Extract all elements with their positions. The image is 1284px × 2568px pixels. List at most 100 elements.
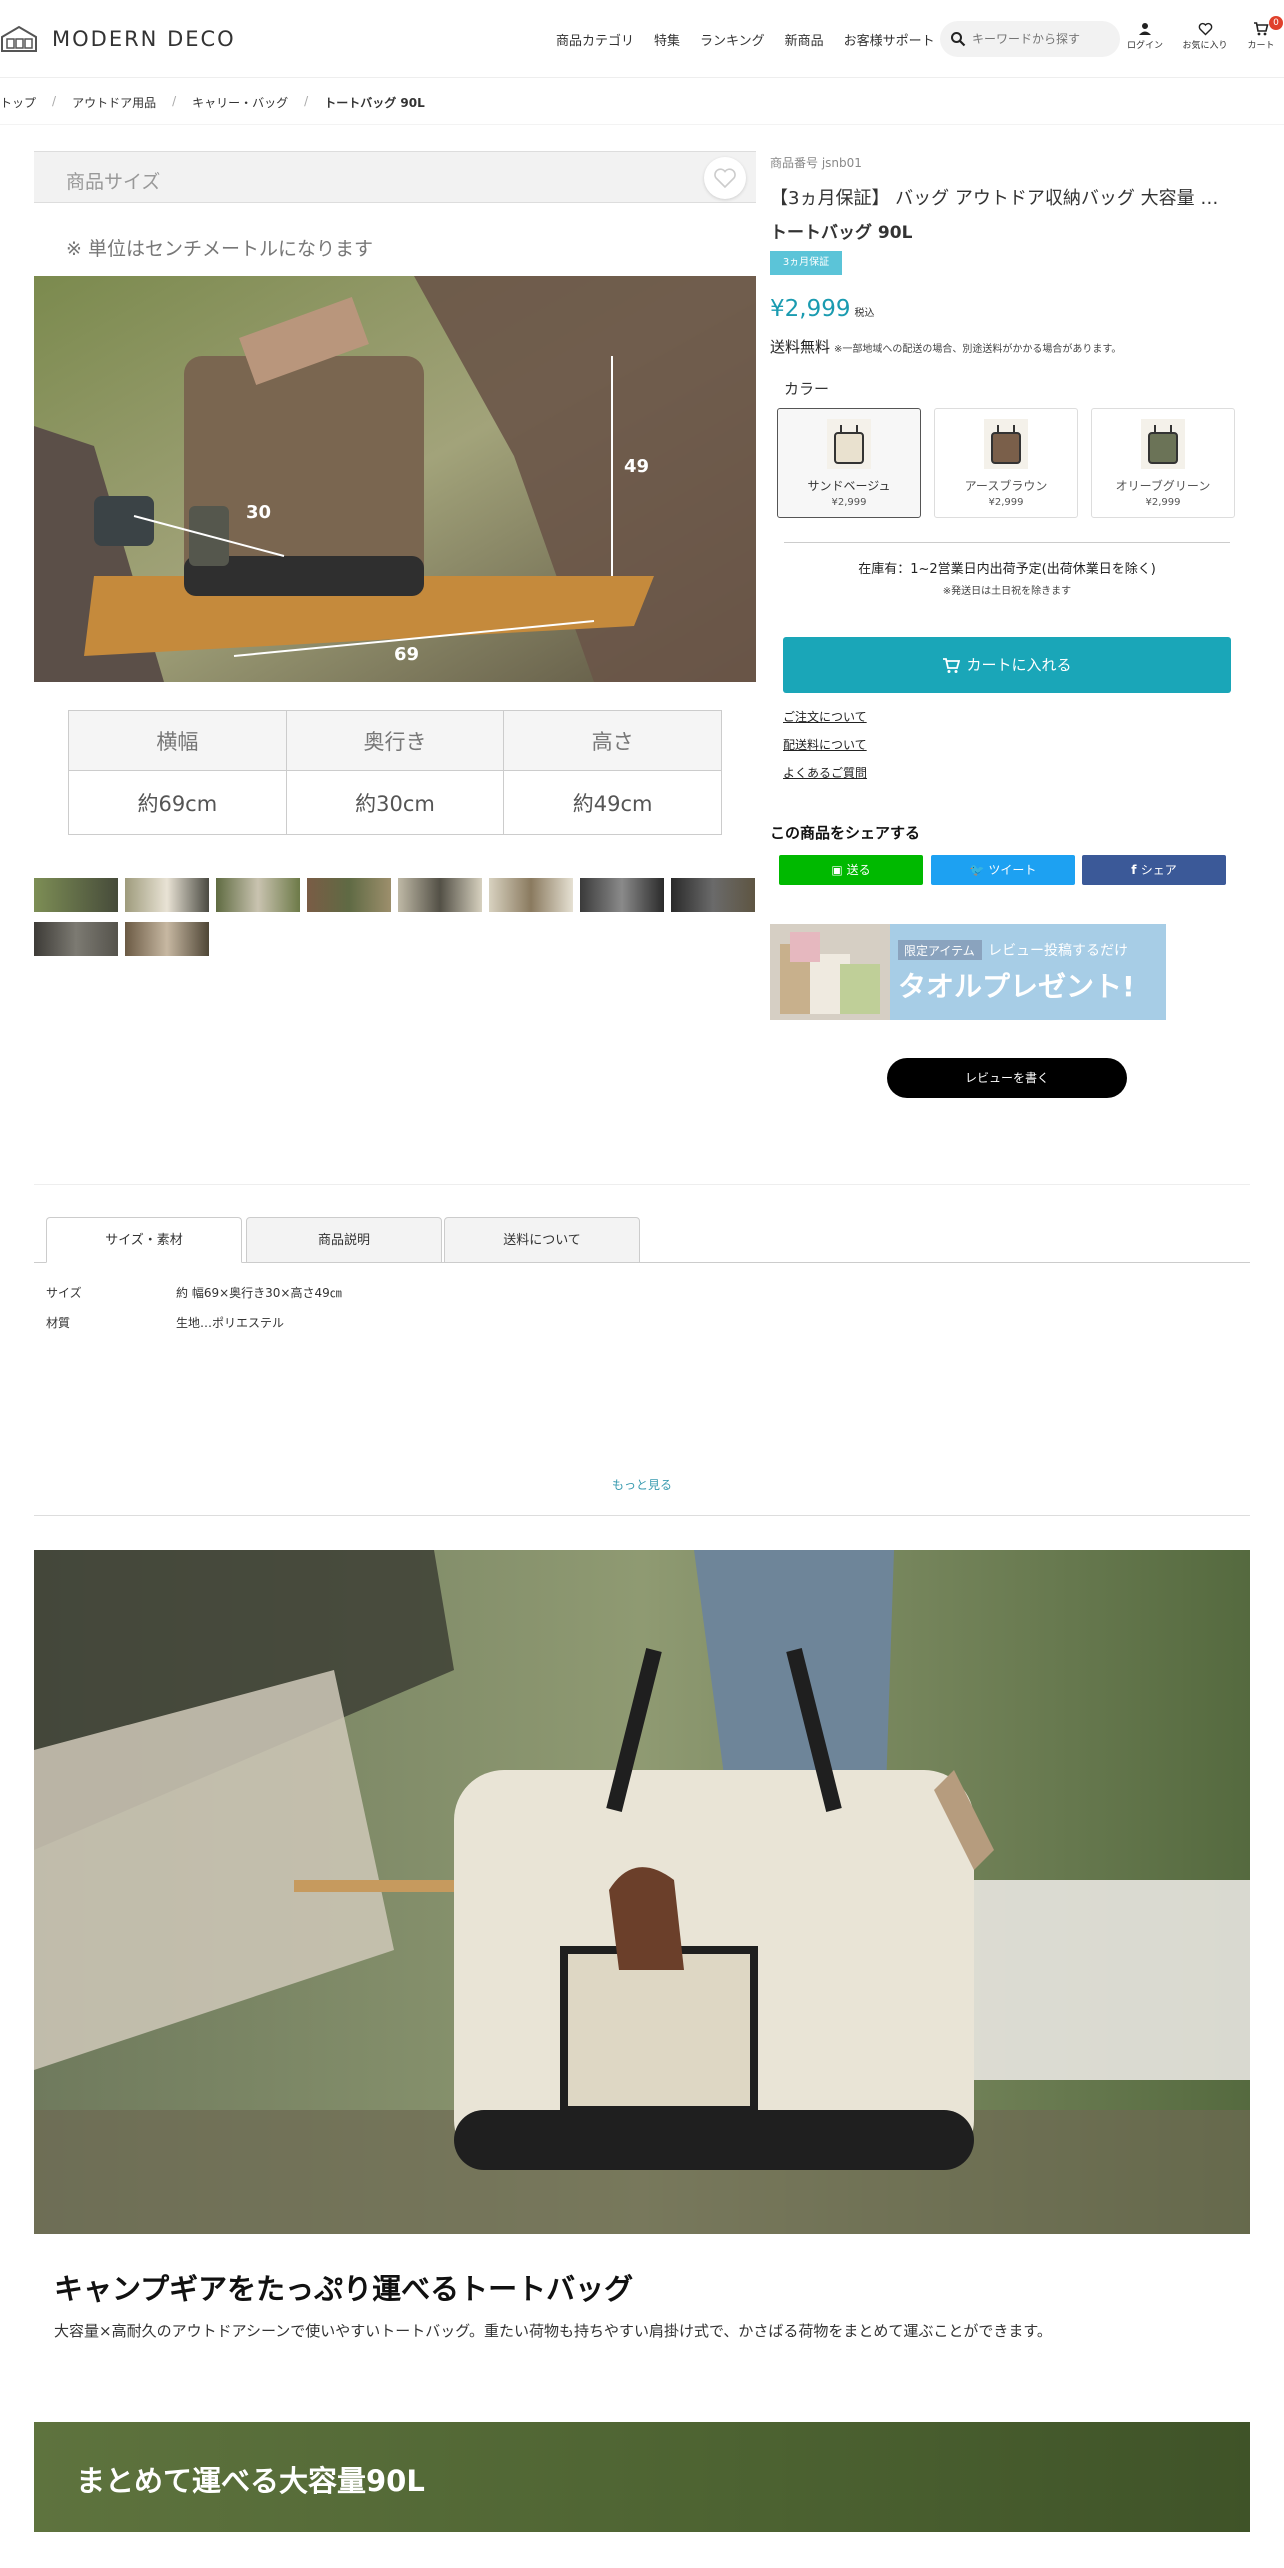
spec-row-size: サイズ 約 幅69×奥行き30×高さ49㎝ bbox=[46, 1284, 342, 1301]
spec-row-material: 材質 生地…ポリエステル bbox=[46, 1314, 284, 1331]
color-name: オリーブグリーン bbox=[1115, 479, 1211, 493]
tab-description[interactable]: 商品説明 bbox=[246, 1217, 442, 1263]
product-name-line1: 【3ヵ月保証】 バッグ アウトドア収納バッグ 大容量 … bbox=[770, 188, 1219, 209]
review-campaign-banner[interactable]: 限定アイテム レビュー投稿するだけ タオルプレゼント! bbox=[770, 924, 1166, 1020]
thumbnail[interactable] bbox=[307, 878, 391, 912]
thumbnail[interactable] bbox=[125, 878, 209, 912]
banner-line1: レビュー投稿するだけ bbox=[988, 943, 1128, 959]
facebook-icon: f bbox=[1131, 863, 1141, 877]
tab-size-material[interactable]: サイズ・素材 bbox=[46, 1217, 242, 1263]
breadcrumb-outdoor[interactable]: アウトドア用品 bbox=[72, 94, 156, 111]
heart-outline-icon bbox=[714, 168, 736, 189]
feature-description: 大容量×高耐久のアウトドアシーンで使いやすいトートバッグ。重たい荷物も持ちやすい… bbox=[54, 2322, 1052, 2340]
login-label: ログイン bbox=[1126, 41, 1163, 51]
spec-key: 材質 bbox=[46, 1316, 71, 1330]
spec-key: サイズ bbox=[46, 1286, 82, 1300]
size-heading: 商品サイズ bbox=[66, 171, 161, 193]
feature-hero-image bbox=[34, 1550, 1250, 2234]
color-name: アースブラウン bbox=[964, 479, 1048, 493]
color-option-olive-green[interactable]: オリーブグリーン ¥2,999 bbox=[1091, 408, 1235, 518]
thumbnail[interactable] bbox=[398, 878, 482, 912]
thumbnail[interactable] bbox=[216, 878, 300, 912]
nav-category[interactable]: 商品カテゴリ bbox=[556, 30, 634, 49]
share-twitter-button[interactable]: 🐦 ツイート bbox=[931, 855, 1075, 885]
breadcrumb-current: トートバッグ 90L bbox=[324, 96, 425, 110]
thumbnail[interactable] bbox=[34, 878, 118, 912]
faq-link[interactable]: よくあるご質問 bbox=[783, 764, 867, 792]
breadcrumb-top[interactable]: トップ bbox=[0, 94, 36, 111]
dim-header-width: 横幅 bbox=[68, 710, 287, 771]
thumbnail[interactable] bbox=[34, 922, 118, 956]
color-option-earth-brown[interactable]: アースブラウン ¥2,999 bbox=[934, 408, 1078, 518]
heart-icon bbox=[1198, 22, 1212, 36]
thumbnail[interactable] bbox=[671, 878, 755, 912]
write-review-button[interactable]: レビューを書く bbox=[887, 1058, 1127, 1098]
feature-title: キャンプギアをたっぷり運べるトートバッグ bbox=[54, 2272, 634, 2306]
twitter-icon: 🐦 bbox=[969, 863, 989, 877]
product-size-photo[interactable]: 49 30 69 bbox=[34, 276, 756, 682]
color-label: カラー bbox=[784, 380, 830, 398]
tote-bag-dimensions-image: 49 30 69 bbox=[34, 276, 756, 682]
favorites-button[interactable]: お気に入り bbox=[1178, 22, 1232, 51]
breadcrumb-divider bbox=[0, 124, 1284, 125]
divider bbox=[784, 542, 1230, 543]
add-to-cart-button[interactable]: カートに入れる bbox=[783, 637, 1231, 693]
order-info-link[interactable]: ご注文について bbox=[783, 708, 867, 736]
logo[interactable]: MODERN DECO bbox=[0, 24, 236, 54]
color-option-sand-beige[interactable]: サンドベージュ ¥2,999 bbox=[777, 408, 921, 518]
nav-support[interactable]: お客様サポート bbox=[844, 30, 935, 49]
tax-label: 税込 bbox=[854, 308, 875, 319]
nav-ranking[interactable]: ランキング bbox=[700, 30, 765, 49]
breadcrumb-separator: / bbox=[304, 94, 309, 108]
login-button[interactable]: ログイン bbox=[1118, 22, 1172, 51]
logo-text: MODERN DECO bbox=[52, 27, 236, 51]
dim-value-height: 約49cm bbox=[503, 770, 722, 835]
cart-icon bbox=[1254, 22, 1269, 36]
global-nav: 商品カテゴリ 特集 ランキング 新商品 お客様サポート bbox=[556, 30, 955, 49]
color-price: ¥2,999 bbox=[831, 497, 867, 508]
brown-bag-thumbnail bbox=[984, 419, 1028, 469]
beige-bag-thumbnail bbox=[827, 419, 871, 469]
nav-new[interactable]: 新商品 bbox=[785, 30, 824, 49]
favorites-label: お気に入り bbox=[1182, 41, 1228, 51]
capacity-banner: まとめて運べる大容量90L bbox=[34, 2422, 1250, 2532]
cart-count-badge: 0 bbox=[1269, 16, 1283, 30]
share-line-button[interactable]: ▣ 送る bbox=[779, 855, 923, 885]
color-price: ¥2,999 bbox=[1145, 497, 1181, 508]
tab-shipping[interactable]: 送料について bbox=[444, 1217, 640, 1263]
breadcrumb-carry[interactable]: キャリー・バッグ bbox=[192, 94, 288, 111]
shipping-info: 送料無料 ※一部地域への配送の場合、別途送料がかかる場合があります。 bbox=[770, 336, 1121, 357]
photo-depth-label: 30 bbox=[246, 502, 271, 523]
thumbnail[interactable] bbox=[489, 878, 573, 912]
capacity-banner-text: まとめて運べる大容量90L bbox=[76, 2464, 425, 2498]
share-facebook-button[interactable]: f シェア bbox=[1082, 855, 1226, 885]
thumbnail[interactable] bbox=[125, 922, 209, 956]
section-divider bbox=[34, 1184, 1250, 1185]
color-name: サンドベージュ bbox=[807, 479, 891, 493]
warranty-tag: 3ヵ月保証 bbox=[770, 251, 842, 275]
share-facebook-label: シェア bbox=[1140, 863, 1177, 877]
size-heading-bar: 商品サイズ bbox=[34, 151, 756, 203]
dimension-table: 横幅 奥行き 高さ 約69cm 約30cm 約49cm bbox=[68, 710, 722, 835]
add-to-cart-label: カートに入れる bbox=[966, 656, 1072, 674]
photo-height-label: 49 bbox=[624, 456, 649, 477]
favorite-toggle[interactable] bbox=[704, 157, 746, 199]
search-input[interactable] bbox=[972, 29, 1112, 49]
breadcrumb: トップ / アウトドア用品 / キャリー・バッグ / トートバッグ 90L bbox=[0, 94, 425, 111]
shipping-fee-link[interactable]: 配送料について bbox=[783, 736, 867, 764]
breadcrumb-separator: / bbox=[52, 94, 57, 108]
dim-header-depth: 奥行き bbox=[285, 710, 505, 771]
unit-note: ※ 単位はセンチメートルになります bbox=[66, 238, 373, 260]
nav-feature[interactable]: 特集 bbox=[654, 30, 680, 49]
show-more-link[interactable]: もっと見る bbox=[34, 1476, 1250, 1493]
shipping-title: 送料無料 bbox=[770, 338, 831, 356]
stock-status: 在庫有：1~2営業日内出荷予定(出荷休業日を除く) bbox=[858, 562, 1156, 577]
spec-value: 約 幅69×奥行き30×高さ49㎝ bbox=[176, 1286, 342, 1300]
search-icon[interactable] bbox=[950, 31, 966, 47]
share-line-label: 送る bbox=[846, 863, 871, 877]
cart-button[interactable]: カート 0 bbox=[1233, 16, 1284, 51]
spec-value: 生地…ポリエステル bbox=[176, 1316, 285, 1330]
thumbnail[interactable] bbox=[580, 878, 664, 912]
detail-tabs: サイズ・素材 商品説明 送料について bbox=[34, 1217, 1250, 1263]
banner-badge: 限定アイテム bbox=[904, 943, 975, 958]
